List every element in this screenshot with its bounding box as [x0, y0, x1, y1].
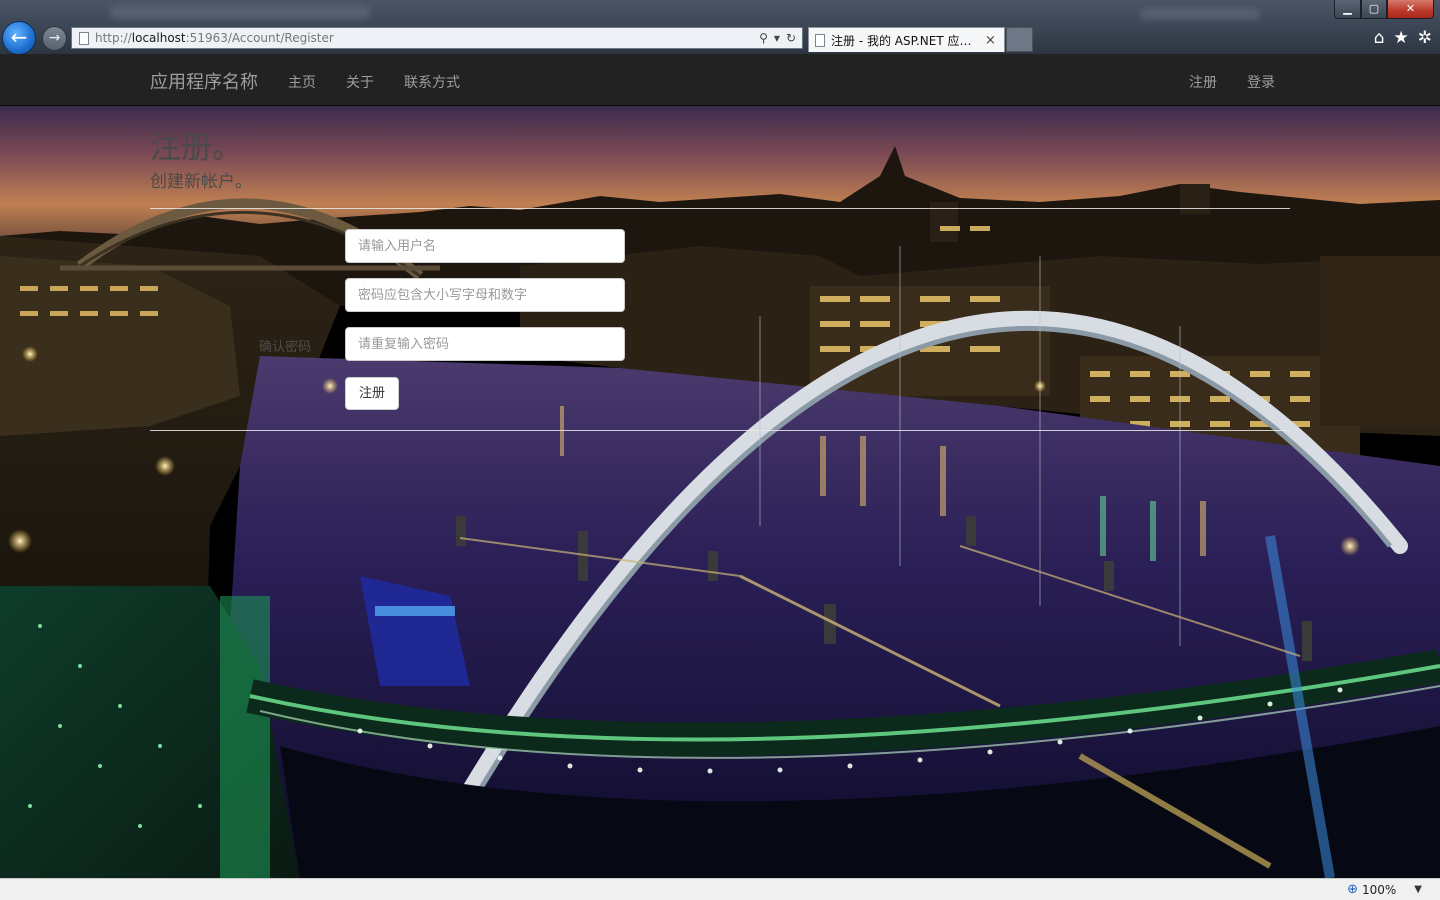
address-url[interactable]: http://localhost:51963/Account/Register — [95, 31, 334, 45]
new-tab-button[interactable] — [1006, 27, 1033, 52]
divider-top — [150, 208, 1290, 209]
zoom-icon: ⊕ — [1347, 882, 1358, 897]
blurred-search-box — [1140, 8, 1260, 20]
username-field[interactable] — [345, 229, 625, 263]
site-navbar: 应用程序名称 主页 关于 联系方式 注册 登录 — [0, 54, 1440, 106]
home-icon[interactable]: ⌂ — [1374, 28, 1385, 48]
maximize-button[interactable]: ▢ — [1361, 0, 1387, 19]
page-icon — [79, 31, 89, 45]
nav-link-login[interactable]: 登录 — [1247, 72, 1275, 92]
url-host: localhost — [131, 31, 186, 45]
nav-link-home[interactable]: 主页 — [288, 72, 316, 92]
close-window-button[interactable]: ✕ — [1387, 0, 1434, 19]
browser-tab-active[interactable]: 注册 - 我的 ASP.NET 应用... × — [808, 27, 1005, 52]
nav-link-about[interactable]: 关于 — [346, 72, 374, 92]
nav-link-register[interactable]: 注册 — [1189, 72, 1217, 92]
forward-arrow-icon: → — [48, 30, 61, 46]
url-prefix: http:// — [95, 31, 132, 45]
star-icon[interactable]: ★ — [1394, 28, 1409, 48]
confirm-password-label: 确认密码 — [259, 340, 312, 355]
zoom-level: 100% — [1361, 882, 1397, 897]
tab-close-icon[interactable]: × — [985, 33, 996, 48]
window-controls: ▁ ▢ ✕ — [1334, 0, 1434, 19]
zoom-control[interactable]: ⊕ 100% ▼ — [1347, 882, 1422, 897]
password-field[interactable] — [345, 278, 625, 312]
tab-page-icon — [815, 33, 825, 47]
browser-titlebar: ▁ ▢ ✕ ← → http://localhost:51963/Account… — [0, 0, 1440, 54]
back-arrow-icon: ← — [10, 25, 28, 49]
blurred-window-title — [110, 6, 370, 20]
gear-icon[interactable]: ✲ — [1418, 28, 1432, 48]
divider-bottom — [150, 430, 1290, 431]
forward-button[interactable]: → — [42, 26, 67, 51]
tab-title: 注册 - 我的 ASP.NET 应用... — [831, 33, 981, 48]
address-bar[interactable]: http://localhost:51963/Account/Register … — [71, 27, 803, 49]
confirm-password-field[interactable] — [345, 327, 625, 361]
nav-link-contact[interactable]: 联系方式 — [404, 72, 460, 92]
dropdown-caret-icon[interactable]: ▾ — [774, 31, 780, 45]
url-path: :51963/Account/Register — [185, 31, 334, 45]
page-title: 注册。 — [150, 130, 243, 166]
page-subtitle: 创建新帐户。 — [150, 172, 252, 192]
refresh-icon[interactable]: ↻ — [786, 31, 796, 45]
navbar-right-links: 注册 登录 — [1189, 72, 1275, 92]
back-button[interactable]: ← — [2, 21, 36, 54]
command-icons: ⌂ ★ ✲ — [1374, 28, 1432, 48]
address-tools: ⚲ ▾ ↻ — [759, 31, 802, 45]
navbar-brand[interactable]: 应用程序名称 — [150, 68, 258, 94]
minimize-button[interactable]: ▁ — [1334, 0, 1361, 19]
navbar-left-links: 主页 关于 联系方式 — [288, 72, 460, 92]
register-button[interactable]: 注册 — [345, 377, 399, 410]
search-icon[interactable]: ⚲ — [759, 31, 768, 45]
browser-statusbar: ⊕ 100% ▼ — [0, 878, 1440, 900]
register-page: 注册。 创建新帐户。 确认密码 注册 — [0, 106, 1440, 878]
zoom-dropdown-icon[interactable]: ▼ — [1414, 884, 1422, 895]
